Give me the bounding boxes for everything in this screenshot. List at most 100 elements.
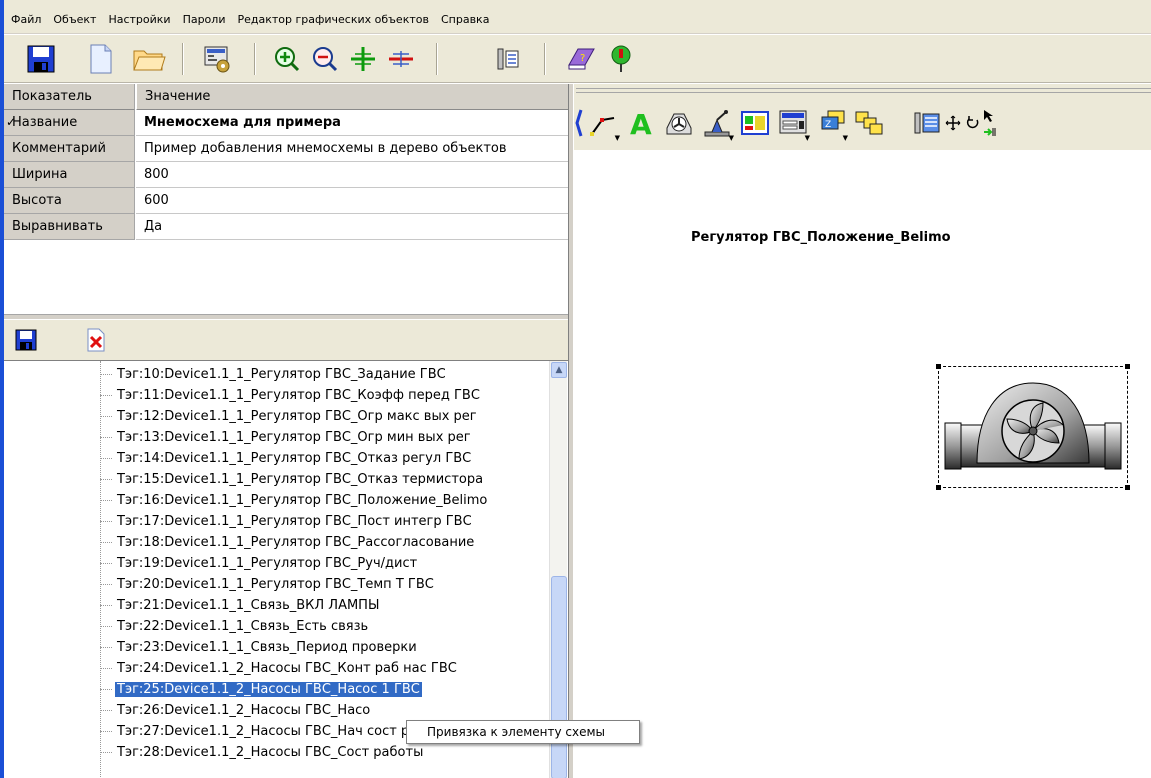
control-panel-icon: [779, 110, 807, 134]
menu-help[interactable]: Справка: [435, 13, 495, 27]
resize-handle[interactable]: [1125, 485, 1130, 490]
pointer-tool-button[interactable]: [980, 106, 998, 140]
resize-handle[interactable]: [936, 485, 941, 490]
save-icon: [27, 45, 55, 73]
grid-increase-button[interactable]: [346, 43, 380, 75]
tree-item[interactable]: Тэг:20:Device1.1_1_Регулятор ГВС_Темп Т …: [100, 575, 436, 595]
tools-icon: [497, 48, 519, 70]
property-value-align[interactable]: Да: [136, 214, 568, 240]
tree-item[interactable]: Тэг:15:Device1.1_1_Регулятор ГВС_Отказ т…: [100, 470, 485, 490]
menu-file[interactable]: Файл: [4, 13, 47, 27]
tree-item[interactable]: Тэг:24:Device1.1_2_Насосы ГВС_Конт раб н…: [100, 659, 459, 679]
menu-settings[interactable]: Настройки: [102, 13, 176, 27]
tree-item[interactable]: Тэг:19:Device1.1_1_Регулятор ГВС_Руч/дис…: [100, 554, 419, 574]
help-button[interactable]: ?: [564, 43, 598, 75]
menu-graphic-editor[interactable]: Редактор графических объектов: [231, 13, 435, 27]
zoom-out-button[interactable]: [308, 43, 342, 75]
menu-passwords[interactable]: Пароли: [177, 13, 232, 27]
scroll-thumb[interactable]: [551, 576, 567, 778]
property-row-width[interactable]: Ширина 800: [4, 162, 568, 188]
valve-icon: [704, 110, 730, 137]
chevron-down-icon: ▼: [842, 134, 848, 142]
fan-icon: [666, 113, 692, 135]
pump-icon: [944, 382, 1122, 470]
panel-tool-button[interactable]: ▼: [776, 106, 810, 142]
property-column-header[interactable]: Показатель: [4, 84, 135, 110]
value-column-header[interactable]: Значение: [136, 84, 568, 110]
info-button[interactable]: [604, 43, 638, 75]
text-tool-icon: A: [630, 108, 652, 138]
save-button[interactable]: [24, 43, 58, 75]
tree-item[interactable]: Тэг:10:Device1.1_1_Регулятор ГВС_Задание…: [100, 365, 448, 385]
grid-decrease-button[interactable]: [384, 43, 418, 75]
tree-item[interactable]: Тэг:28:Device1.1_2_Насосы ГВС_Сост работ…: [100, 743, 425, 763]
property-value-width[interactable]: 800: [136, 162, 568, 188]
text-tool-button[interactable]: A: [624, 106, 658, 140]
group-tool-button[interactable]: [852, 106, 886, 140]
toolbar-separator: [182, 43, 184, 75]
menu-object[interactable]: Объект: [47, 13, 102, 27]
open-folder-icon: [133, 50, 166, 71]
property-row-align[interactable]: Выравнивать Да: [4, 214, 568, 240]
tree-item[interactable]: Тэг:13:Device1.1_1_Регулятор ГВС_Огр мин…: [100, 428, 473, 448]
tree-save-button[interactable]: [12, 324, 40, 356]
property-row-name[interactable]: ✓ Название Мнемосхема для примера: [4, 110, 568, 136]
new-document-button[interactable]: [84, 43, 118, 75]
move-tool-button[interactable]: [942, 106, 964, 140]
open-folder-button[interactable]: [132, 43, 166, 75]
settings-button[interactable]: [200, 43, 234, 75]
tree-item[interactable]: Тэг:14:Device1.1_1_Регулятор ГВС_Отказ р…: [100, 449, 473, 469]
chart-tool-button[interactable]: [738, 106, 772, 140]
tree-item-selected[interactable]: Тэг:25:Device1.1_2_Насосы ГВС_Насос 1 ГВ…: [100, 680, 422, 700]
chevron-up-icon: ▲: [555, 365, 563, 375]
tree-item[interactable]: Тэг:16:Device1.1_1_Регулятор ГВС_Положен…: [100, 491, 489, 511]
layers-icon: Z: [821, 110, 845, 130]
checkmark-icon: ✓: [6, 115, 17, 129]
property-row-comment[interactable]: Комментарий Пример добавления мнемосхемы…: [4, 136, 568, 162]
tree-item[interactable]: Тэг:12:Device1.1_1_Регулятор ГВС_Огр мак…: [100, 407, 479, 427]
zoom-out-icon: [313, 47, 338, 72]
tree-item[interactable]: Тэг:23:Device1.1_1_Связь_Период проверки: [100, 638, 419, 658]
mnemonic-canvas[interactable]: Регулятор ГВС_Положение_Belimo: [574, 150, 1151, 778]
resize-handle[interactable]: [1125, 364, 1130, 369]
zoom-in-icon: [275, 47, 300, 72]
tree-item[interactable]: Тэг:21:Device1.1_1_Связь_ВКЛ ЛАМПЫ: [100, 596, 381, 616]
toolbar-handle: [574, 106, 584, 140]
property-value-height[interactable]: 600: [136, 188, 568, 214]
layers-tool-button[interactable]: Z ▼: [814, 106, 848, 142]
tree-item[interactable]: Тэг:11:Device1.1_1_Регулятор ГВС_Коэфф п…: [100, 386, 482, 406]
tools-button[interactable]: [490, 43, 524, 75]
zoom-in-button[interactable]: [270, 43, 304, 75]
settings-gear-icon: [204, 46, 230, 73]
toolbar-grip: [576, 88, 1151, 93]
tree-item[interactable]: Тэг:26:Device1.1_2_Насосы ГВС_Насо: [100, 701, 372, 721]
chevron-down-icon: ▼: [804, 134, 810, 142]
pointer-arrow-icon: [984, 110, 996, 136]
tree-delete-button[interactable]: [84, 324, 108, 356]
help-book-icon: ?: [568, 48, 595, 70]
line-tool-icon: [590, 117, 615, 136]
valve-tool-button[interactable]: ▼: [700, 106, 734, 142]
property-row-height[interactable]: Высота 600: [4, 188, 568, 214]
fan-tool-button[interactable]: [662, 106, 696, 140]
selected-pump-object[interactable]: [936, 364, 1130, 490]
context-menu: Привязка к элементу схемы: [406, 720, 640, 744]
main-toolbar: ?: [4, 35, 1151, 83]
line-tool-button[interactable]: ▼: [586, 106, 620, 142]
tree-item[interactable]: Тэг:22:Device1.1_1_Связь_Есть связь: [100, 617, 370, 637]
info-icon: [611, 45, 631, 72]
property-value-comment[interactable]: Пример добавления мнемосхемы в дерево об…: [136, 136, 568, 162]
chart-panel-icon: [741, 111, 769, 135]
context-menu-item-bind[interactable]: Привязка к элементу схемы: [427, 725, 605, 739]
tree-scrollbar[interactable]: ▲: [549, 361, 567, 778]
tree-item[interactable]: Тэг:18:Device1.1_1_Регулятор ГВС_Рассогл…: [100, 533, 476, 553]
tree-item[interactable]: Тэг:17:Device1.1_1_Регулятор ГВС_Пост ин…: [100, 512, 474, 532]
chevron-down-icon: ▼: [614, 134, 620, 142]
resize-handle[interactable]: [936, 364, 941, 369]
canvas-text-label[interactable]: Регулятор ГВС_Положение_Belimo: [691, 230, 951, 245]
properties-tool-button[interactable]: [910, 106, 944, 140]
property-value-name[interactable]: Мнемосхема для примера: [136, 110, 568, 136]
object-tree: Тэг:10:Device1.1_1_Регулятор ГВС_Задание…: [4, 360, 568, 778]
property-key: Высота: [4, 188, 135, 214]
scroll-up-button[interactable]: ▲: [551, 362, 567, 378]
